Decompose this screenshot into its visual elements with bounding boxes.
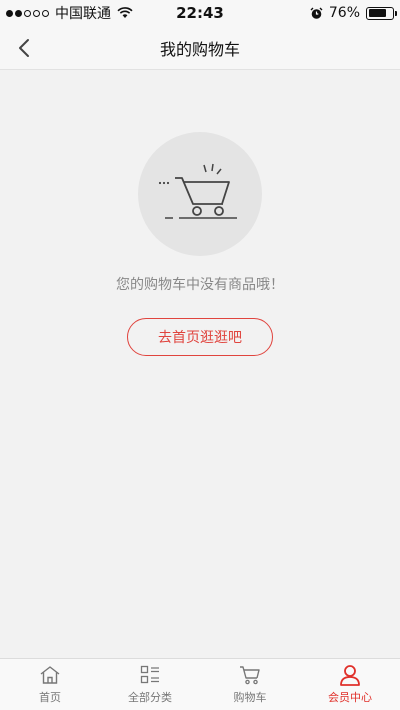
tab-all-categories[interactable]: 全部分类 — [100, 659, 200, 710]
cart-icon — [158, 163, 237, 219]
bottom-tab-bar: 首页 全部分类 购物车 会员中心 — [0, 658, 400, 710]
home-icon — [38, 664, 62, 686]
tab-label: 购物车 — [233, 691, 267, 704]
tab-label: 全部分类 — [128, 691, 172, 704]
empty-cart-illustration — [138, 132, 262, 256]
battery-percent: 76% — [328, 5, 360, 21]
tab-shopping-cart[interactable]: 购物车 — [200, 659, 300, 710]
status-bar-left: 中国联通 — [6, 3, 133, 23]
page-title: 我的购物车 — [159, 39, 240, 59]
battery-icon — [366, 6, 397, 20]
wifi-icon — [117, 7, 133, 18]
cart-icon — [238, 664, 262, 686]
tab-label: 会员中心 — [328, 691, 372, 704]
tab-member-center[interactable]: 会员中心 — [300, 659, 400, 710]
battery-level-fill — [368, 9, 386, 17]
status-bar: 中国联通 22:43 76% — [0, 0, 400, 26]
chevron-left-icon — [19, 39, 29, 57]
user-icon — [338, 664, 362, 686]
tab-home[interactable]: 首页 — [0, 659, 100, 710]
carrier-name: 中国联通 — [55, 6, 111, 22]
go-shopping-button[interactable]: 去首页逛逛吧 — [127, 318, 273, 356]
back-button[interactable] — [8, 32, 40, 64]
signal-strength-icon — [6, 9, 49, 17]
empty-cart-message: 您的购物车中没有商品哦！ — [116, 277, 284, 293]
category-list-icon — [138, 664, 162, 686]
tab-label: 首页 — [39, 691, 61, 704]
navigation-bar: 我的购物车 — [0, 26, 400, 70]
status-bar-right: 76% — [310, 5, 397, 21]
alarm-clock-icon — [310, 7, 323, 19]
